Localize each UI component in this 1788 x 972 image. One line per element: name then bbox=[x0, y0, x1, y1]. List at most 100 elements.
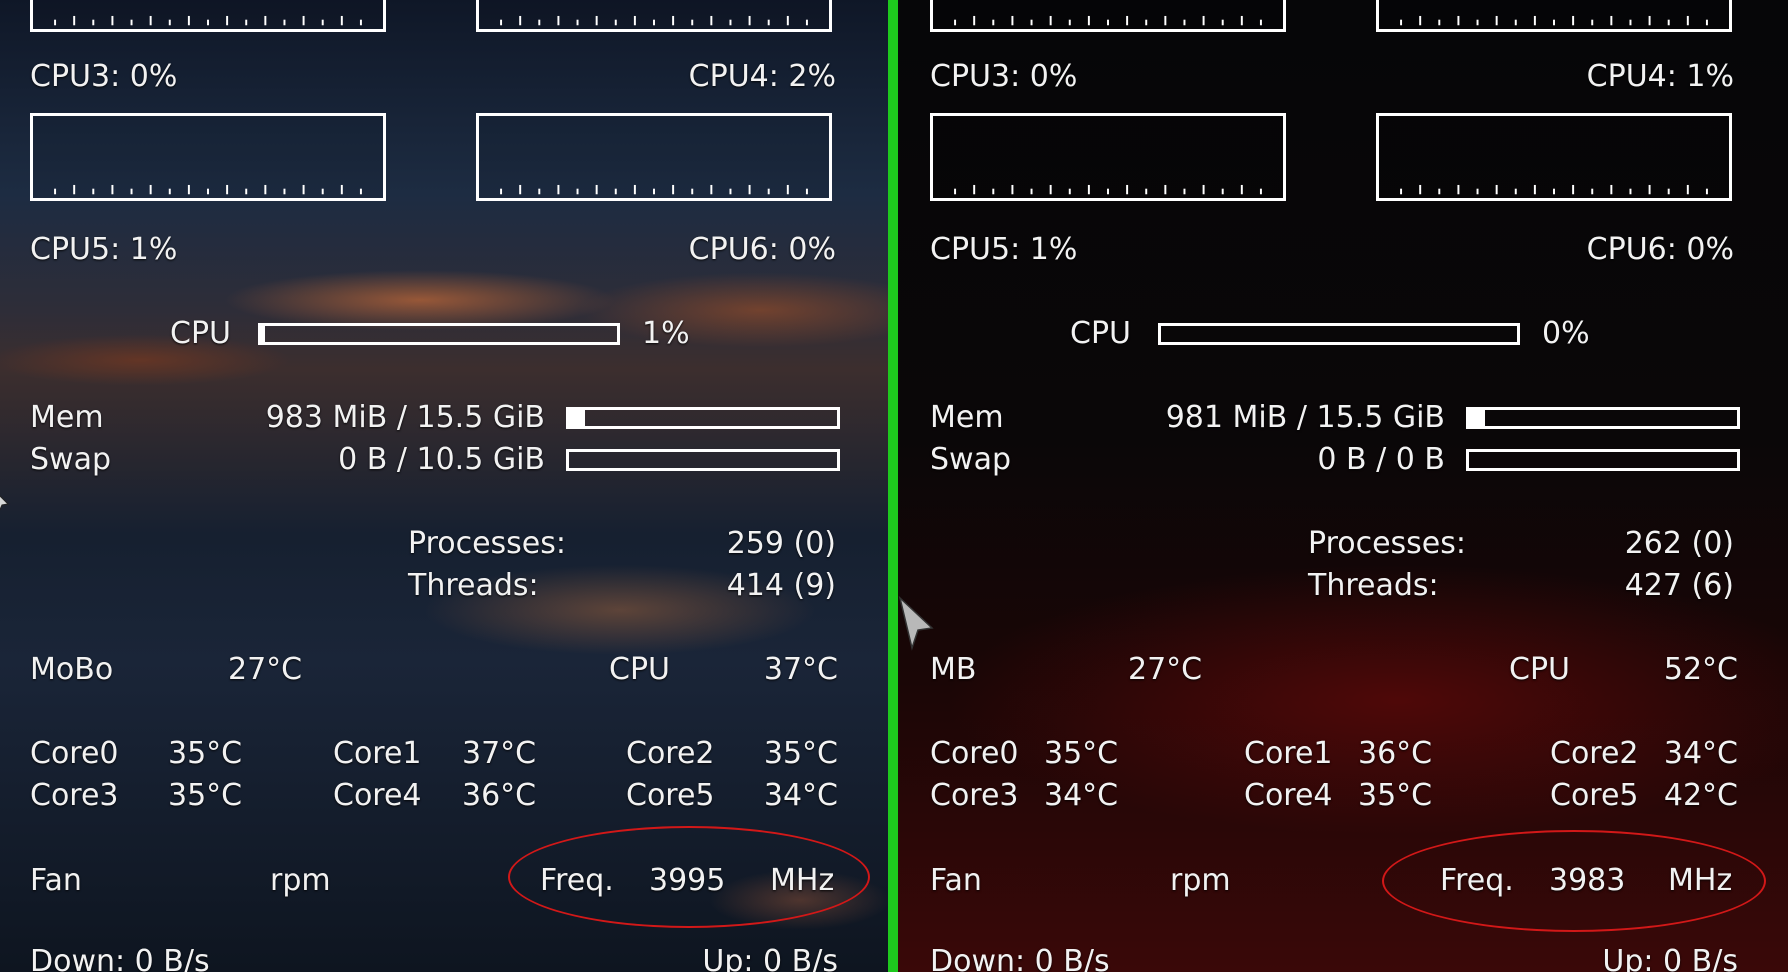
core5-label: Core5 bbox=[1550, 778, 1639, 813]
mem-value: 983 MiB / 15.5 GiB bbox=[265, 400, 545, 435]
core4-value: 36°C bbox=[462, 778, 537, 813]
threads-label: Threads: bbox=[408, 568, 539, 603]
cpu-temp-value: 37°C bbox=[763, 652, 838, 687]
core0-value: 35°C bbox=[168, 736, 243, 771]
cpu5-graph bbox=[30, 113, 386, 201]
cpu2-graph bbox=[476, 0, 832, 32]
mem-usage-fill bbox=[569, 410, 586, 426]
threads-value: 427 (6) bbox=[1624, 568, 1734, 603]
core4-label: Core4 bbox=[333, 778, 422, 813]
cpu2-graph bbox=[1376, 0, 1732, 32]
cpu-temp-label: CPU bbox=[609, 652, 670, 687]
cpu-temp-label: CPU bbox=[1509, 652, 1570, 687]
swap-usage-bar bbox=[1466, 449, 1740, 471]
mem-label: Mem bbox=[930, 400, 1004, 435]
cpu6-label: CPU6: 0% bbox=[688, 232, 836, 267]
fan-unit: rpm bbox=[1170, 863, 1231, 898]
core5-value: 34°C bbox=[763, 778, 838, 813]
cpu-usage-fill bbox=[261, 326, 265, 342]
cpu-usage-bar bbox=[1158, 323, 1520, 345]
mouse-pointer-icon bbox=[898, 596, 934, 651]
processes-value: 262 (0) bbox=[1624, 526, 1734, 561]
graph-ticks bbox=[500, 15, 808, 26]
cpu4-label: CPU4: 1% bbox=[1586, 59, 1734, 94]
graph-ticks bbox=[54, 15, 362, 26]
core5-label: Core5 bbox=[626, 778, 715, 813]
mouse-pointer-icon bbox=[0, 495, 10, 511]
swap-usage-bar bbox=[566, 449, 840, 471]
net-up: Up: 0 B/s bbox=[702, 944, 838, 972]
cpu3-label: CPU3: 0% bbox=[30, 59, 178, 94]
cpu-usage-bar bbox=[258, 323, 620, 345]
freq-unit: MHz bbox=[770, 863, 835, 898]
mem-value: 981 MiB / 15.5 GiB bbox=[1165, 400, 1445, 435]
board-temp-label: MoBo bbox=[30, 652, 114, 687]
processes-label: Processes: bbox=[408, 526, 566, 561]
board-temp-label: MB bbox=[930, 652, 977, 687]
graph-ticks bbox=[500, 184, 808, 195]
core4-label: Core4 bbox=[1244, 778, 1333, 813]
cpu6-graph bbox=[1376, 113, 1732, 201]
left-monitor-panel: CPU3: 0% CPU4: 2% CPU5: 1% CPU6: 0% CPU … bbox=[0, 0, 888, 972]
cpu-temp-value: 52°C bbox=[1663, 652, 1738, 687]
cpu5-label: CPU5: 1% bbox=[30, 232, 178, 267]
cpu-total-label: CPU bbox=[170, 316, 231, 351]
cpu5-graph bbox=[930, 113, 1286, 201]
core1-value: 36°C bbox=[1358, 736, 1433, 771]
processes-value: 259 (0) bbox=[726, 526, 836, 561]
mem-usage-bar bbox=[1466, 407, 1740, 429]
cpu-total-percent: 1% bbox=[642, 316, 690, 351]
board-temp-value: 27°C bbox=[228, 652, 303, 687]
swap-label: Swap bbox=[930, 442, 1012, 477]
core1-label: Core1 bbox=[1244, 736, 1333, 771]
cpu-total-label: CPU bbox=[1070, 316, 1131, 351]
freq-value: 3995 bbox=[649, 863, 726, 898]
cpu1-graph bbox=[30, 0, 386, 32]
core4-value: 35°C bbox=[1358, 778, 1433, 813]
net-down: Down: 0 B/s bbox=[930, 944, 1110, 972]
graph-ticks bbox=[954, 15, 1262, 26]
graph-ticks bbox=[1400, 184, 1708, 195]
right-monitor-panel: CPU3: 0% CPU4: 1% CPU5: 1% CPU6: 0% CPU … bbox=[898, 0, 1788, 972]
cpu-total-percent: 0% bbox=[1542, 316, 1590, 351]
net-up: Up: 0 B/s bbox=[1602, 944, 1738, 972]
graph-ticks bbox=[954, 184, 1262, 195]
threads-label: Threads: bbox=[1308, 568, 1439, 603]
fan-label: Fan bbox=[930, 863, 982, 898]
mem-usage-bar bbox=[566, 407, 840, 429]
core0-label: Core0 bbox=[30, 736, 119, 771]
freq-value: 3983 bbox=[1549, 863, 1626, 898]
core0-value: 35°C bbox=[1044, 736, 1119, 771]
graph-ticks bbox=[54, 184, 362, 195]
swap-value: 0 B / 10.5 GiB bbox=[338, 442, 545, 477]
freq-label: Freq. bbox=[540, 863, 614, 898]
core3-value: 35°C bbox=[168, 778, 243, 813]
cpu6-label: CPU6: 0% bbox=[1586, 232, 1734, 267]
processes-label: Processes: bbox=[1308, 526, 1466, 561]
board-temp-value: 27°C bbox=[1128, 652, 1203, 687]
cpu6-graph bbox=[476, 113, 832, 201]
mem-usage-fill bbox=[1469, 410, 1486, 426]
core3-value: 34°C bbox=[1044, 778, 1119, 813]
fan-label: Fan bbox=[30, 863, 82, 898]
cpu1-graph bbox=[930, 0, 1286, 32]
core2-value: 35°C bbox=[763, 736, 838, 771]
core0-label: Core0 bbox=[930, 736, 1019, 771]
graph-ticks bbox=[1400, 15, 1708, 26]
core3-label: Core3 bbox=[930, 778, 1019, 813]
swap-value: 0 B / 0 B bbox=[1317, 442, 1445, 477]
mem-label: Mem bbox=[30, 400, 104, 435]
freq-label: Freq. bbox=[1440, 863, 1514, 898]
core1-label: Core1 bbox=[333, 736, 422, 771]
swap-label: Swap bbox=[30, 442, 112, 477]
core1-value: 37°C bbox=[462, 736, 537, 771]
core2-value: 34°C bbox=[1663, 736, 1738, 771]
threads-value: 414 (9) bbox=[726, 568, 836, 603]
core2-label: Core2 bbox=[1550, 736, 1639, 771]
cpu4-label: CPU4: 2% bbox=[688, 59, 836, 94]
freq-unit: MHz bbox=[1668, 863, 1733, 898]
net-down: Down: 0 B/s bbox=[30, 944, 210, 972]
core2-label: Core2 bbox=[626, 736, 715, 771]
split-divider bbox=[888, 0, 898, 972]
cpu5-label: CPU5: 1% bbox=[930, 232, 1078, 267]
